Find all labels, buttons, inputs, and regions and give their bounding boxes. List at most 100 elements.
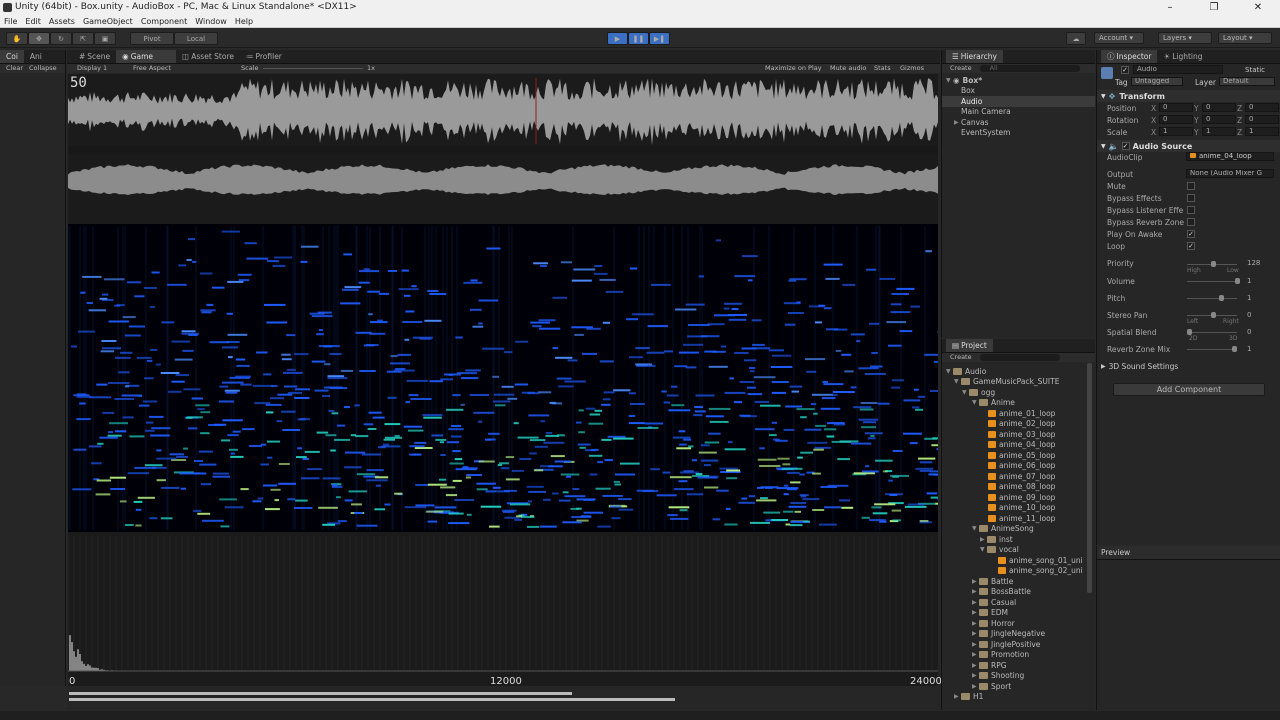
folder-item[interactable]: ▶ RPG bbox=[942, 660, 1095, 671]
display-dropdown[interactable]: Display 1 bbox=[77, 64, 107, 73]
hierarchy-item-audio[interactable]: Audio bbox=[942, 96, 1095, 107]
play-button[interactable]: ▶ bbox=[607, 32, 628, 45]
pitch-slider[interactable] bbox=[1187, 298, 1237, 299]
audio-file-loop[interactable]: anime_01_loop bbox=[942, 408, 1095, 419]
bypass-listener-checkbox[interactable] bbox=[1187, 206, 1195, 214]
hierarchy-item-box[interactable]: Box bbox=[942, 86, 1095, 97]
rotation-z-field[interactable]: 0 bbox=[1245, 115, 1279, 124]
scale-x-field[interactable]: 1 bbox=[1159, 127, 1193, 136]
scale-slider[interactable] bbox=[263, 68, 363, 69]
audio-file-loop[interactable]: anime_02_loop bbox=[942, 419, 1095, 430]
output-field[interactable]: None (Audio Mixer G bbox=[1186, 169, 1274, 178]
scale-z-field[interactable]: 1 bbox=[1245, 127, 1279, 136]
audio-file-loop[interactable]: anime_06_loop bbox=[942, 461, 1095, 472]
tab-project[interactable]: ▤ Project bbox=[946, 339, 993, 352]
stereo-pan-slider-handle[interactable] bbox=[1211, 312, 1216, 318]
reverb-mix-value[interactable]: 1 bbox=[1247, 345, 1251, 353]
folder-inst[interactable]: ▶ inst bbox=[942, 534, 1095, 545]
gizmos-dropdown[interactable]: Gizmos bbox=[900, 64, 924, 73]
audio-file-song-02[interactable]: anime_song_02_uni bbox=[942, 566, 1095, 577]
folder-anime[interactable]: ▼ Anime bbox=[942, 398, 1095, 409]
project-search-input[interactable] bbox=[979, 354, 1060, 361]
reverb-mix-slider[interactable] bbox=[1187, 349, 1237, 350]
audioclip-field[interactable]: anime_04_loop bbox=[1186, 152, 1274, 161]
rect-tool-icon[interactable]: ▣ bbox=[94, 32, 116, 45]
audio-file-loop[interactable]: anime_07_loop bbox=[942, 471, 1095, 482]
layout-dropdown[interactable]: Layout ▾ bbox=[1218, 32, 1272, 44]
folder-item[interactable]: ▶ JingleNegative bbox=[942, 629, 1095, 640]
cloud-icon[interactable]: ☁ bbox=[1066, 32, 1086, 45]
tab-console[interactable]: Coi bbox=[0, 50, 24, 63]
audio-file-loop[interactable]: anime_08_loop bbox=[942, 482, 1095, 493]
stats-toggle[interactable]: Stats bbox=[874, 64, 891, 73]
play-on-awake-checkbox[interactable]: ✓ bbox=[1187, 230, 1195, 238]
menu-assets[interactable]: Assets bbox=[45, 16, 79, 28]
scene-root[interactable]: ▼ ◉ Box* bbox=[942, 75, 1095, 86]
audio-file-loop[interactable]: anime_09_loop bbox=[942, 492, 1095, 503]
folder-item[interactable]: ▶ Horror bbox=[942, 618, 1095, 629]
position-z-field[interactable]: 0 bbox=[1245, 103, 1279, 112]
game-viewport[interactable] bbox=[68, 74, 938, 686]
hierarchy-create-dropdown[interactable]: Create bbox=[950, 64, 972, 73]
local-toggle[interactable]: Local bbox=[174, 32, 218, 45]
close-icon[interactable]: ✕ bbox=[1236, 0, 1280, 16]
hand-tool-icon[interactable]: ✋ bbox=[6, 32, 28, 45]
account-dropdown[interactable]: Account ▾ bbox=[1094, 32, 1144, 44]
tab-asset-store[interactable]: ◫ Asset Store bbox=[176, 50, 240, 63]
folder-item[interactable]: ▶ Battle bbox=[942, 576, 1095, 587]
folder-item[interactable]: ▶ Casual bbox=[942, 597, 1095, 608]
folder-item[interactable]: ▶ Promotion bbox=[942, 650, 1095, 661]
tab-game[interactable]: ◉ Game bbox=[116, 50, 177, 63]
spatial-blend-value[interactable]: 0 bbox=[1247, 328, 1251, 336]
pitch-value[interactable]: 1 bbox=[1247, 294, 1251, 302]
priority-value[interactable]: 128 bbox=[1247, 259, 1260, 267]
layers-dropdown[interactable]: Layers ▾ bbox=[1158, 32, 1212, 44]
tab-profiler[interactable]: ≔ Profiler bbox=[240, 50, 288, 63]
audio-file-loop[interactable]: anime_05_loop bbox=[942, 450, 1095, 461]
folder-item[interactable]: ▶ JinglePositive bbox=[942, 639, 1095, 650]
scale-y-field[interactable]: 1 bbox=[1202, 127, 1236, 136]
clear-button[interactable]: Clear bbox=[6, 64, 23, 73]
static-dropdown[interactable]: Static bbox=[1245, 66, 1265, 74]
folder-ogg[interactable]: ▼ ogg bbox=[942, 387, 1095, 398]
folder-item[interactable]: ▶ Shooting bbox=[942, 671, 1095, 682]
folder-item[interactable]: ▶ EDM bbox=[942, 608, 1095, 619]
spatial-blend-slider[interactable] bbox=[1187, 332, 1237, 333]
priority-slider-handle[interactable] bbox=[1211, 261, 1216, 267]
tab-hierarchy[interactable]: ☰ Hierarchy bbox=[946, 50, 1003, 63]
pivot-toggle[interactable]: Pivot bbox=[130, 32, 174, 45]
maximize-on-play-toggle[interactable]: Maximize on Play bbox=[765, 64, 822, 73]
audio-source-enabled-checkbox[interactable]: ✓ bbox=[1121, 142, 1130, 150]
volume-slider-handle[interactable] bbox=[1235, 278, 1240, 284]
hierarchy-item-main-camera[interactable]: Main Camera bbox=[942, 107, 1095, 118]
bypass-reverb-checkbox[interactable] bbox=[1187, 218, 1195, 226]
folder-vocal[interactable]: ▼ vocal bbox=[942, 545, 1095, 556]
folder-h1[interactable]: ▶ H1 bbox=[942, 692, 1095, 703]
hierarchy-item-eventsystem[interactable]: EventSystem bbox=[942, 128, 1095, 139]
minimize-icon[interactable]: – bbox=[1148, 0, 1192, 16]
folder-item[interactable]: ▶ BossBattle bbox=[942, 587, 1095, 598]
layer-dropdown[interactable]: Default bbox=[1219, 77, 1275, 86]
tab-inspector[interactable]: ⓘ Inspector bbox=[1101, 50, 1158, 63]
folder-suite[interactable]: ▼ GameMusicPack_SUITE bbox=[942, 377, 1095, 388]
volume-value[interactable]: 1 bbox=[1247, 277, 1251, 285]
tag-dropdown[interactable]: Untagged bbox=[1131, 77, 1183, 86]
rotation-y-field[interactable]: 0 bbox=[1202, 115, 1236, 124]
volume-slider[interactable] bbox=[1187, 281, 1237, 282]
audio-file-loop[interactable]: anime_10_loop bbox=[942, 503, 1095, 514]
mute-audio-toggle[interactable]: Mute audio bbox=[830, 64, 866, 73]
loop-checkbox[interactable]: ✓ bbox=[1187, 242, 1195, 250]
step-button[interactable]: ▶❚ bbox=[649, 32, 670, 45]
reverb-mix-slider-handle[interactable] bbox=[1232, 346, 1237, 352]
tab-scene[interactable]: # Scene bbox=[73, 50, 116, 63]
tab-lighting[interactable]: ☀ Lighting bbox=[1157, 50, 1208, 63]
rotation-x-field[interactable]: 0 bbox=[1159, 115, 1193, 124]
active-checkbox[interactable]: ✓ bbox=[1121, 66, 1129, 74]
project-create-dropdown[interactable]: Create bbox=[950, 353, 972, 362]
folder-animesong[interactable]: ▼ AnimeSong bbox=[942, 524, 1095, 535]
menu-help[interactable]: Help bbox=[231, 16, 257, 28]
audio-file-loop[interactable]: anime_03_loop bbox=[942, 429, 1095, 440]
menu-gameobject[interactable]: GameObject bbox=[79, 16, 137, 28]
maximize-icon[interactable]: ❐ bbox=[1192, 0, 1236, 16]
collapse-button[interactable]: Collapse bbox=[29, 64, 57, 73]
